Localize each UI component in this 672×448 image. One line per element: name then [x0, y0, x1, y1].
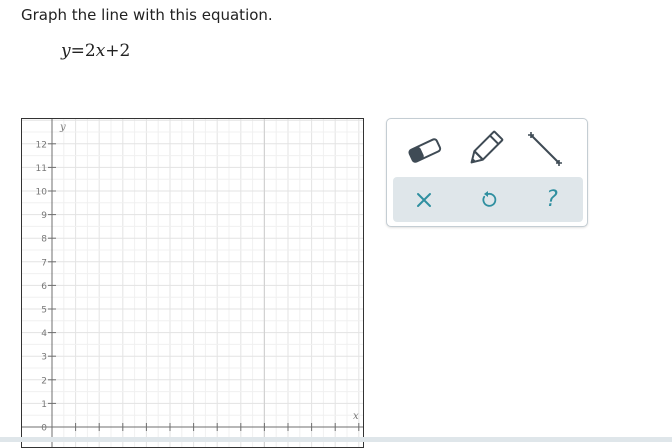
equation-constant: 2	[119, 41, 131, 61]
close-icon	[417, 193, 431, 207]
clear-button[interactable]	[407, 183, 441, 217]
y-tick-label: 11	[36, 164, 47, 174]
undo-button[interactable]	[471, 183, 505, 217]
y-tick-label: 1	[41, 400, 47, 410]
equation-lhs: y	[61, 41, 71, 61]
y-tick-label: 6	[41, 282, 47, 292]
graph-actions: ?	[393, 177, 583, 222]
coordinate-grid[interactable]: 1211109876543210yx	[21, 118, 364, 448]
equation-equals: =	[70, 41, 85, 61]
eraser-tool[interactable]	[403, 127, 447, 171]
y-tick-label: 9	[41, 211, 47, 221]
y-tick-label: 7	[41, 258, 47, 268]
y-tick-label: 10	[36, 188, 48, 198]
y-tick-label: 12	[36, 140, 47, 150]
y-tick-label: 2	[41, 376, 47, 386]
y-axis-label: y	[59, 122, 66, 133]
equation-plus: +	[105, 41, 120, 61]
y-tick-label: 8	[41, 235, 47, 245]
equation-variable: x	[95, 41, 106, 61]
help-icon: ?	[546, 187, 558, 212]
bottom-bar	[0, 437, 672, 442]
graph-toolbox: ?	[386, 118, 588, 227]
undo-icon	[482, 191, 497, 207]
graph-area[interactable]: 12 11 10 9 8 7 6 5 4 3 2 1 0 y x	[21, 118, 364, 448]
equation: y=2x+2	[61, 41, 130, 61]
question-prompt: Graph the line with this equation.	[21, 6, 273, 24]
eraser-icon	[408, 138, 442, 163]
line-tool[interactable]	[523, 127, 567, 171]
y-tick-label: 5	[41, 306, 47, 316]
help-button[interactable]: ?	[535, 183, 569, 217]
x-axis-label: x	[353, 411, 359, 422]
y-tick-label: 0	[41, 424, 47, 434]
y-tick-label: 3	[41, 353, 47, 363]
line-segment-icon	[528, 132, 562, 166]
pencil-tool[interactable]	[463, 127, 507, 171]
pencil-icon	[470, 130, 504, 164]
y-tick-label: 4	[41, 329, 47, 339]
equation-coefficient: 2	[84, 41, 96, 61]
